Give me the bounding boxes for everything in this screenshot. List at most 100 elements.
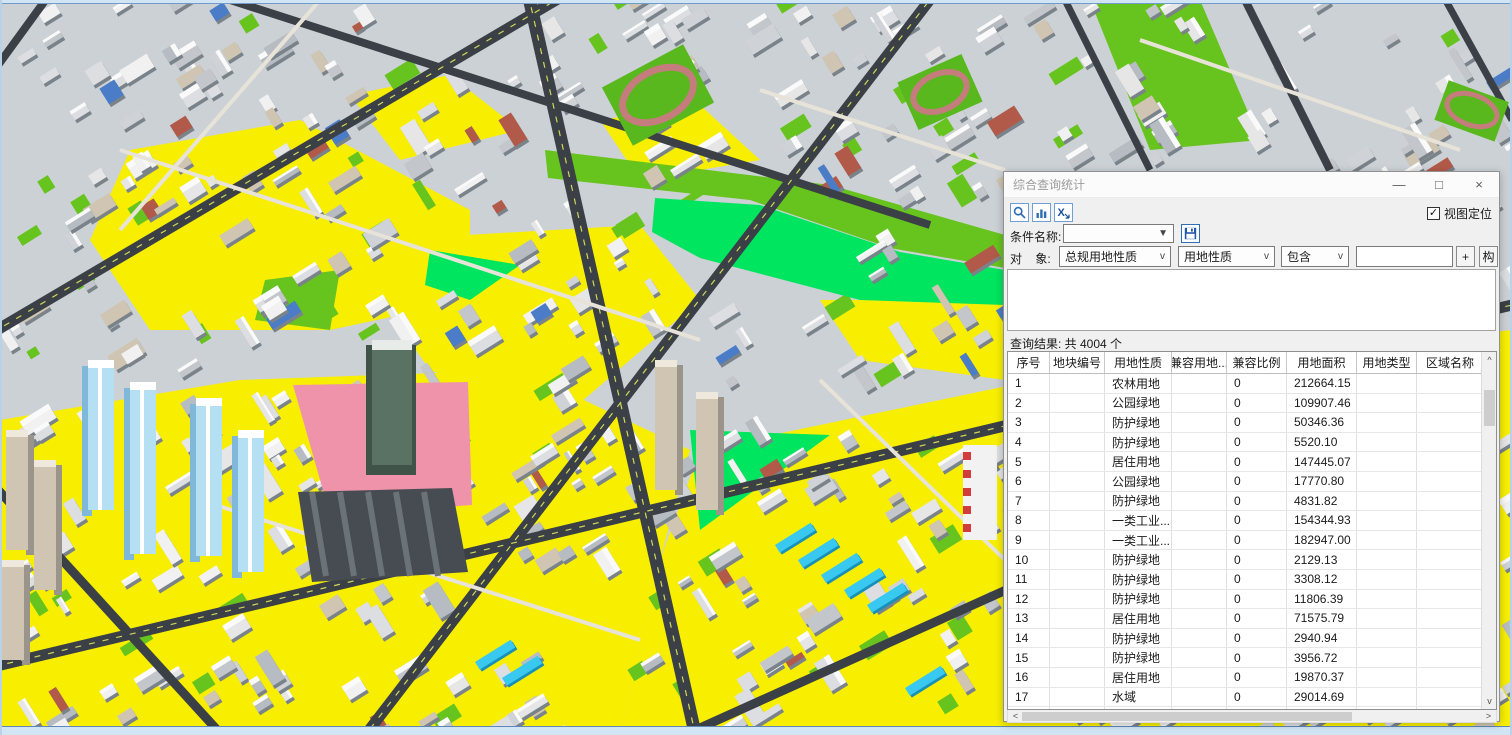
- combobox-dropdown-arrow-icon[interactable]: v: [1264, 252, 1269, 262]
- panel-titlebar[interactable]: 综合查询统计 — □ ×: [1004, 172, 1499, 198]
- table-row[interactable]: 5居住用地0147445.07: [1008, 452, 1481, 472]
- cell-land-type: [1357, 531, 1417, 550]
- minimize-button[interactable]: —: [1379, 172, 1419, 197]
- vertical-scrollbar-thumb[interactable]: [1484, 390, 1495, 426]
- cell-compatible-use: [1172, 550, 1227, 569]
- horizontal-scrollbar-thumb[interactable]: [1022, 712, 1352, 721]
- svg-text:X: X: [1058, 207, 1066, 219]
- cell-index: 1: [1008, 374, 1050, 393]
- table-row[interactable]: 11防护绿地03308.12: [1008, 570, 1481, 590]
- cell-index: 4: [1008, 433, 1050, 452]
- cell-region-name: [1417, 590, 1481, 609]
- column-header-parcel-id[interactable]: 地块编号: [1050, 352, 1105, 373]
- cell-land-area: 2940.94: [1287, 629, 1357, 648]
- table-row[interactable]: 15防护绿地03956.72: [1008, 648, 1481, 668]
- cell-index: 5: [1008, 452, 1050, 471]
- cell-compatible-ratio: 0: [1227, 648, 1287, 667]
- cell-land-type: [1357, 590, 1417, 609]
- condition-listbox[interactable]: [1007, 269, 1496, 331]
- cell-compatible-use: [1172, 374, 1227, 393]
- view-locate-option[interactable]: ✓ 视图定位: [1427, 205, 1492, 222]
- cell-region-name: [1417, 570, 1481, 589]
- cell-land-area: 154344.93: [1287, 511, 1357, 530]
- table-row[interactable]: 12防护绿地011806.39: [1008, 590, 1481, 610]
- cell-parcel-id: [1050, 609, 1105, 628]
- table-row[interactable]: 2公园绿地0109907.46: [1008, 394, 1481, 414]
- field-combobox[interactable]: 用地性质 v: [1178, 246, 1275, 267]
- cell-land-use: 农林用地: [1105, 374, 1172, 393]
- cell-index: 6: [1008, 472, 1050, 491]
- build-query-button[interactable]: 构: [1479, 246, 1498, 267]
- statistics-button[interactable]: [1032, 203, 1051, 222]
- cell-region-name: [1417, 707, 1481, 709]
- cell-compatible-use: [1172, 707, 1227, 709]
- cell-index: 9: [1008, 531, 1050, 550]
- cell-compatible-use: [1172, 648, 1227, 667]
- close-button[interactable]: ×: [1459, 172, 1499, 197]
- cell-index: 8: [1008, 511, 1050, 530]
- scroll-up-icon[interactable]: ^: [1482, 354, 1497, 366]
- cell-region-name: [1417, 531, 1481, 550]
- table-row[interactable]: 6公园绿地017770.80: [1008, 472, 1481, 492]
- add-condition-button[interactable]: +: [1456, 246, 1475, 267]
- operator-combobox[interactable]: 包含 v: [1281, 246, 1349, 267]
- table-row[interactable]: 3防护绿地050346.36: [1008, 413, 1481, 433]
- vertical-scrollbar[interactable]: ^ v: [1481, 352, 1496, 709]
- column-header-compatible-ratio[interactable]: 兼容比例: [1227, 352, 1287, 373]
- cell-region-name: [1417, 433, 1481, 452]
- column-header-compatible-use[interactable]: 兼容用地...: [1172, 352, 1227, 373]
- cell-parcel-id: [1050, 550, 1105, 569]
- cell-compatible-use: [1172, 668, 1227, 687]
- table-row[interactable]: 10防护绿地02129.13: [1008, 550, 1481, 570]
- table-row[interactable]: 13居住用地071575.79: [1008, 609, 1481, 629]
- cell-land-use: 防护绿地: [1105, 570, 1172, 589]
- bar-chart-icon: [1035, 206, 1048, 219]
- cell-index: 10: [1008, 550, 1050, 569]
- scroll-down-icon[interactable]: v: [1482, 695, 1497, 707]
- column-header-index[interactable]: 序号: [1008, 352, 1050, 373]
- table-row[interactable]: 17水域029014.69: [1008, 688, 1481, 708]
- cell-parcel-id: [1050, 492, 1105, 511]
- maximize-button[interactable]: □: [1419, 172, 1459, 197]
- window-frame-top: [0, 0, 1512, 4]
- table-row[interactable]: 18防护绿地03302.13: [1008, 707, 1481, 709]
- table-row[interactable]: 14防护绿地02940.94: [1008, 629, 1481, 649]
- table-row[interactable]: 7防护绿地04831.82: [1008, 492, 1481, 512]
- table-row[interactable]: 4防护绿地05520.10: [1008, 433, 1481, 453]
- table-row[interactable]: 16居住用地019870.37: [1008, 668, 1481, 688]
- condition-value-input[interactable]: [1356, 246, 1453, 267]
- table-row[interactable]: 1农林用地0212664.15: [1008, 374, 1481, 394]
- view-locate-checkbox[interactable]: ✓: [1427, 207, 1440, 220]
- combobox-dropdown-arrow-icon[interactable]: v: [1338, 252, 1343, 262]
- query-button[interactable]: [1010, 203, 1029, 222]
- cell-land-use: 防护绿地: [1105, 707, 1172, 709]
- column-header-land-use[interactable]: 用地性质: [1105, 352, 1172, 373]
- cell-compatible-ratio: 0: [1227, 374, 1287, 393]
- cell-land-use: 防护绿地: [1105, 590, 1172, 609]
- cell-compatible-ratio: 0: [1227, 609, 1287, 628]
- condition-name-combobox[interactable]: ▼: [1063, 224, 1174, 243]
- cell-compatible-ratio: 0: [1227, 492, 1287, 511]
- column-header-region-name[interactable]: 区域名称: [1417, 352, 1481, 373]
- cell-land-area: 17770.80: [1287, 472, 1357, 491]
- save-condition-button[interactable]: [1181, 224, 1200, 243]
- cell-parcel-id: [1050, 570, 1105, 589]
- cell-compatible-ratio: 0: [1227, 688, 1287, 707]
- cell-land-use: 公园绿地: [1105, 394, 1172, 413]
- scroll-left-icon[interactable]: <: [1010, 710, 1021, 722]
- cell-parcel-id: [1050, 531, 1105, 550]
- cell-land-area: 109907.46: [1287, 394, 1357, 413]
- table-row[interactable]: 8一类工业...0154344.93: [1008, 511, 1481, 531]
- scroll-right-icon[interactable]: >: [1483, 710, 1494, 722]
- column-header-land-type[interactable]: 用地类型: [1357, 352, 1417, 373]
- combobox-dropdown-arrow-icon[interactable]: ▼: [1158, 229, 1168, 239]
- cell-compatible-ratio: 0: [1227, 394, 1287, 413]
- object-type-combobox[interactable]: 总规用地性质 v: [1059, 246, 1171, 267]
- table-row[interactable]: 9一类工业...0182947.00: [1008, 531, 1481, 551]
- horizontal-scrollbar[interactable]: < >: [1007, 710, 1497, 723]
- panel-title: 综合查询统计: [1004, 176, 1085, 193]
- column-header-land-area[interactable]: 用地面积: [1287, 352, 1357, 373]
- export-excel-button[interactable]: X: [1054, 203, 1073, 222]
- combobox-dropdown-arrow-icon[interactable]: v: [1160, 252, 1165, 262]
- cell-land-area: 71575.79: [1287, 609, 1357, 628]
